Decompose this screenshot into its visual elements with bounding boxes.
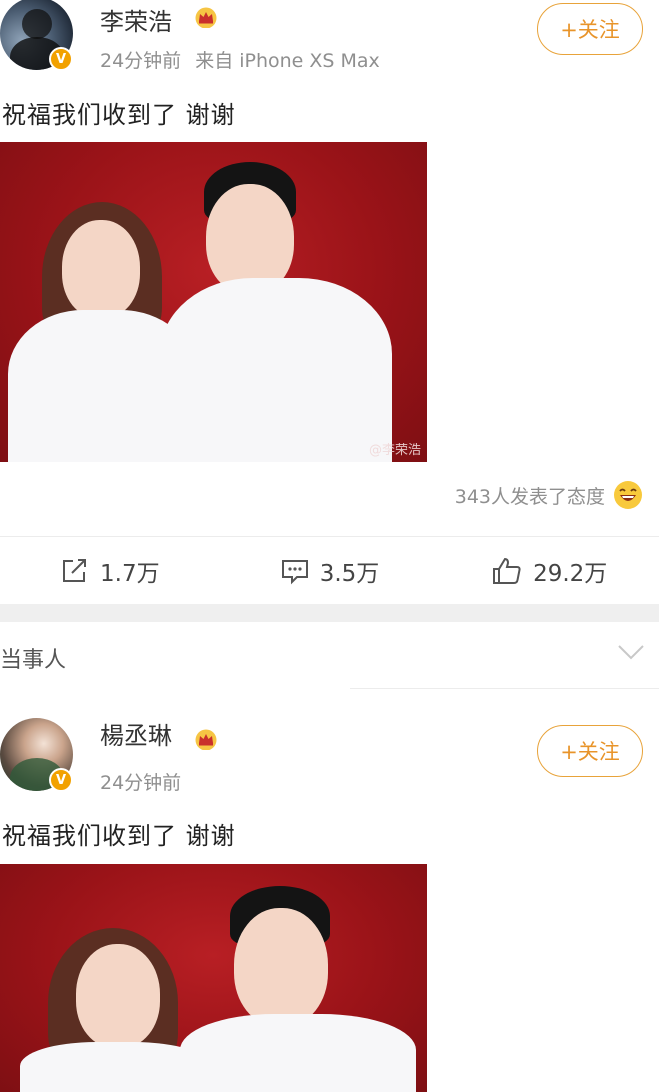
photo-watermark: @李荣浩: [368, 443, 421, 458]
comment-icon: [281, 560, 308, 585]
username[interactable]: 楊丞琳: [100, 716, 172, 751]
weibo-post-1: V 李荣浩 24分钟前 来自 iPhone XS Max +关注 祝福我们收到了 …: [0, 0, 659, 605]
verified-badge: V: [49, 47, 73, 71]
comment-button[interactable]: 3.5万: [220, 538, 440, 604]
post-photo[interactable]: [0, 864, 427, 1092]
photo-person-right: [160, 142, 400, 462]
post-text: 祝福我们收到了 谢谢: [2, 822, 236, 850]
post-meta: 24分钟前 来自 iPhone XS Max: [100, 46, 380, 73]
like-button[interactable]: 29.2万: [439, 538, 659, 604]
post-actions: 1.7万 3.5万 29.2万: [0, 538, 659, 604]
reactions-summary[interactable]: 343人发表了态度: [455, 480, 643, 510]
crown-icon: [195, 7, 217, 28]
divider: [350, 688, 659, 689]
crown-icon: [195, 729, 217, 750]
photo-person-right: [176, 864, 416, 1092]
post-source: 来自 iPhone XS Max: [195, 50, 380, 72]
post-text: 祝福我们收到了 谢谢: [2, 101, 236, 129]
section-gap: [0, 604, 659, 622]
chevron-down-icon[interactable]: [617, 642, 645, 662]
weibo-post-2: 楊丞琳 24分钟前 +关注 祝福我们收到了 谢谢: [0, 690, 659, 1092]
verified-badge: V: [49, 768, 73, 792]
like-count: 29.2万: [533, 561, 608, 587]
follow-button[interactable]: +关注: [537, 3, 643, 55]
post-meta: 24分钟前: [100, 768, 181, 795]
comment-count: 3.5万: [319, 561, 380, 587]
follow-button[interactable]: +关注: [537, 725, 643, 777]
post-time: 24分钟前: [100, 50, 182, 72]
post-time: 24分钟前: [100, 772, 182, 794]
repost-count: 1.7万: [100, 561, 160, 587]
thumbs-up-icon: [493, 557, 521, 584]
laughing-emoji-icon: [614, 481, 642, 509]
post-photo[interactable]: @李荣浩: [0, 142, 427, 462]
section-title: 当事人: [0, 648, 67, 673]
share-icon: [63, 559, 87, 582]
username[interactable]: 李荣浩: [100, 2, 172, 37]
reactions-count: 343人发表了态度: [454, 485, 605, 508]
related-section-header[interactable]: 当事人: [0, 622, 659, 688]
repost-button[interactable]: 1.7万: [0, 538, 220, 604]
divider: [0, 536, 659, 537]
